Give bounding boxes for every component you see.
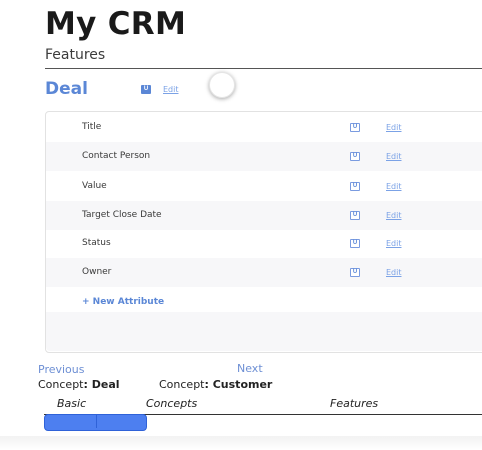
page-subtitle: Features	[45, 47, 106, 63]
attribute-edit-link[interactable]: Edit	[386, 152, 402, 161]
entity-type-badge: U	[141, 85, 151, 94]
next-link[interactable]: Next	[237, 362, 263, 375]
previous-concept-prefix: Concept	[38, 378, 84, 391]
attribute-type-badge: U	[350, 152, 360, 161]
attribute-row-value: Value U Edit	[46, 172, 482, 201]
attribute-row-owner: Owner U Edit	[46, 258, 482, 287]
attribute-edit-link[interactable]: Edit	[386, 211, 402, 220]
attribute-type-badge: U	[350, 182, 360, 191]
stage-basic: Basic	[57, 397, 87, 410]
attribute-edit-link[interactable]: Edit	[386, 123, 402, 132]
attribute-edit-link[interactable]: Edit	[386, 239, 402, 248]
attribute-row-status: Status U Edit	[46, 229, 482, 258]
next-concept-prefix: Concept	[159, 378, 205, 391]
attribute-label: Title	[82, 122, 102, 132]
next-concept: Concept: Customer	[159, 378, 273, 391]
previous-concept-name: Deal	[91, 378, 120, 391]
new-attribute-button[interactable]: + New Attribute	[82, 297, 164, 307]
attribute-label: Status	[82, 238, 111, 248]
card-footer	[46, 312, 482, 351]
entity-name: Deal	[45, 79, 88, 99]
attribute-type-badge: U	[350, 268, 360, 277]
attribute-label: Target Close Date	[82, 210, 162, 220]
attribute-edit-link[interactable]: Edit	[386, 268, 402, 277]
attribute-row-target-close-date: Target Close Date U Edit	[46, 201, 482, 230]
app-title: My CRM	[45, 6, 187, 42]
attribute-label: Value	[82, 181, 107, 191]
next-concept-name: Customer	[212, 378, 273, 391]
attribute-label: Owner	[82, 267, 112, 277]
attribute-label: Contact Person	[82, 151, 151, 161]
previous-concept: Concept: Deal	[38, 378, 120, 391]
attribute-row-contact-person: Contact Person U Edit	[46, 142, 482, 171]
previous-link[interactable]: Previous	[38, 363, 85, 376]
attribute-edit-link[interactable]: Edit	[386, 182, 402, 191]
attribute-type-badge: U	[350, 211, 360, 220]
attribute-type-badge: U	[350, 123, 360, 132]
stage-features: Features	[330, 397, 379, 410]
progress-divider	[96, 415, 97, 428]
bottom-fade	[0, 436, 482, 450]
entity-edit-link[interactable]: Edit	[163, 85, 179, 94]
attributes-card: Title U Edit Contact Person U Edit Value…	[45, 111, 482, 353]
attribute-row-title: Title U Edit	[46, 113, 482, 142]
stage-concepts: Concepts	[146, 397, 198, 410]
title-divider	[45, 68, 482, 69]
drag-handle[interactable]	[209, 72, 235, 98]
attribute-type-badge: U	[350, 239, 360, 248]
